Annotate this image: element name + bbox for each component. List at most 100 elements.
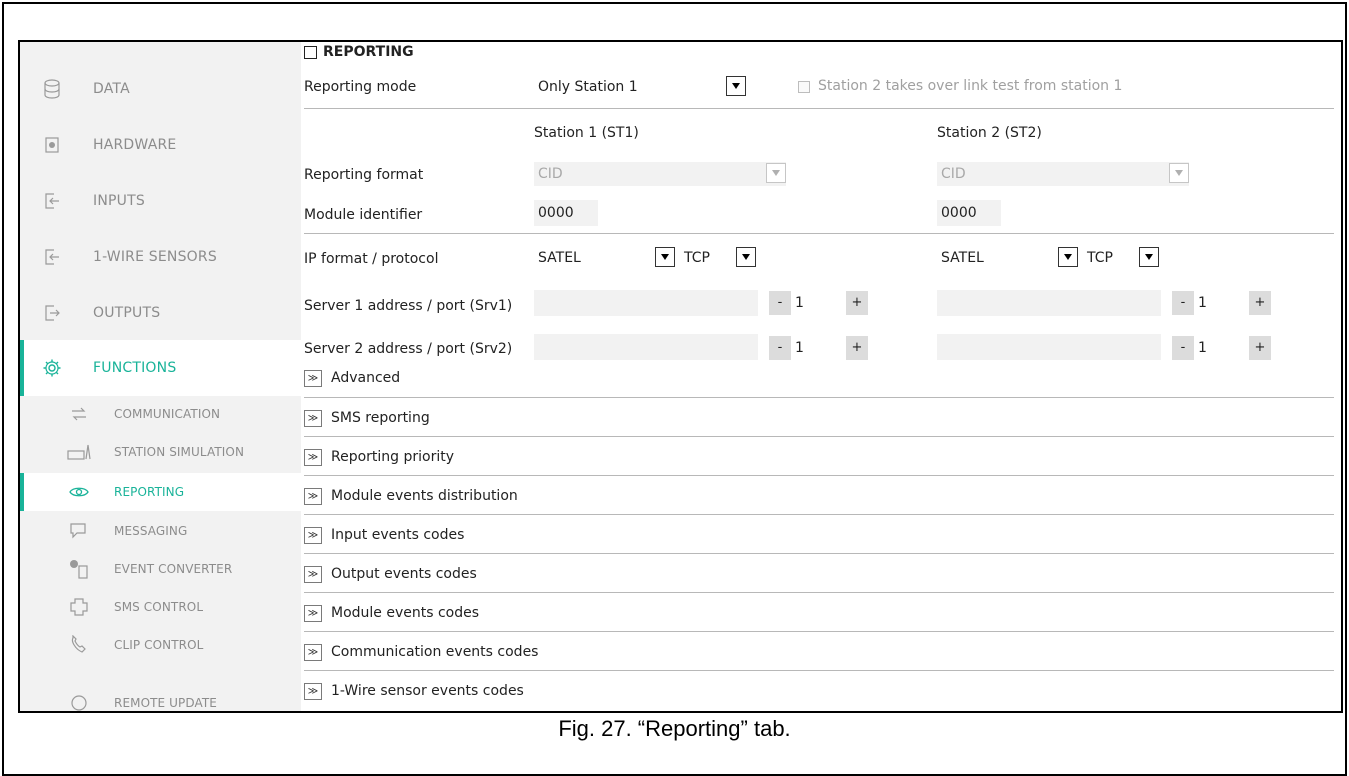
server2-address-st2-field[interactable] [937, 334, 1161, 360]
sidebar-item-label: FUNCTIONS [93, 360, 177, 376]
chip-icon [37, 130, 67, 160]
ip-protocol-st2-select[interactable]: TCP [1083, 246, 1159, 270]
expand-icon[interactable]: ≫ [304, 566, 322, 583]
figure-caption: Fig. 27. “Reporting” tab. [558, 716, 791, 741]
reporting-mode-label: Reporting mode [304, 79, 417, 95]
expand-icon[interactable]: ≫ [304, 683, 322, 700]
converter-icon [66, 556, 92, 582]
expand-icon[interactable]: ≫ [304, 370, 322, 387]
takeover-label: Station 2 takes over link test from stat… [818, 78, 1123, 94]
sidebar-item-data[interactable]: DATA [20, 61, 301, 117]
sidebar-item-inputs[interactable]: INPUTS [20, 173, 301, 229]
server2-address-st1-field[interactable] [534, 334, 758, 360]
sidebar-subitem-remote-update[interactable]: REMOTE UPDATE [20, 684, 301, 711]
reporting-mode-select[interactable]: Only Station 1 [534, 75, 746, 99]
sidebar-item-outputs[interactable]: OUTPUTS [20, 285, 301, 341]
chevron-down-icon [726, 76, 746, 96]
ip-format-st2-value: SATEL [941, 250, 984, 266]
sidebar-subitem-label: REPORTING [114, 485, 185, 499]
sidebar-item-hardware[interactable]: HARDWARE [20, 117, 301, 173]
server2-port-st2-decrement-button[interactable]: - [1172, 336, 1194, 360]
divider [304, 592, 1334, 593]
divider [304, 553, 1334, 554]
reporting-format-st1-value: CID [538, 166, 563, 182]
sidebar-subitem-label: MESSAGING [114, 524, 188, 538]
expander-communication-events-codes[interactable]: ≫ Communication events codes [304, 634, 1336, 672]
sidebar-subitem-station-simulation[interactable]: STATION SIMULATION [20, 433, 301, 471]
expander-input-events-codes[interactable]: ≫ Input events codes [304, 517, 1336, 555]
reporting-format-st1-select[interactable]: CID [534, 162, 786, 186]
sidebar: DATA HARDWARE INPUTS 1-WIRE SENSORS OUTP… [20, 42, 301, 711]
module-identifier-st2-value: 0000 [941, 205, 977, 221]
sidebar-subitem-label: REMOTE UPDATE [114, 696, 217, 710]
ip-protocol-st2-value: TCP [1087, 250, 1113, 266]
server2-port-st1-decrement-button[interactable]: - [769, 336, 791, 360]
server1-port-st2-increment-button[interactable]: + [1249, 291, 1271, 315]
server2-label: Server 2 address / port (Srv2) [304, 341, 513, 357]
sensor-icon [37, 242, 67, 272]
eye-icon [66, 479, 92, 505]
sidebar-item-functions[interactable]: FUNCTIONS [20, 340, 301, 396]
ip-format-st1-select[interactable]: SATEL [534, 246, 675, 270]
expand-icon[interactable]: ≫ [304, 527, 322, 544]
sidebar-subitem-label: EVENT CONVERTER [114, 562, 233, 576]
expand-icon[interactable]: ≫ [304, 605, 322, 622]
ip-protocol-st1-select[interactable]: TCP [680, 246, 756, 270]
expand-icon[interactable]: ≫ [304, 410, 322, 427]
expand-icon[interactable]: ≫ [304, 488, 322, 505]
sidebar-subitem-communication[interactable]: COMMUNICATION [20, 395, 301, 433]
ip-format-protocol-label: IP format / protocol [304, 251, 439, 267]
sidebar-subitem-label: CLIP CONTROL [114, 638, 204, 652]
sidebar-item-1-wire-sensors[interactable]: 1-WIRE SENSORS [20, 229, 301, 285]
sidebar-subitem-reporting[interactable]: REPORTING [20, 473, 301, 511]
module-identifier-st2-field[interactable]: 0000 [937, 200, 1001, 226]
module-identifier-st1-field[interactable]: 0000 [534, 200, 598, 226]
expand-icon[interactable]: ≫ [304, 644, 322, 661]
chevron-down-icon [736, 247, 756, 267]
module-identifier-st1-value: 0000 [538, 205, 574, 221]
sidebar-subitem-label: SMS CONTROL [114, 600, 204, 614]
server1-port-st1-increment-button[interactable]: + [846, 291, 868, 315]
server1-port-st1-value[interactable]: 1 [795, 295, 804, 311]
section-checkbox[interactable] [304, 46, 317, 59]
ip-format-st1-value: SATEL [538, 250, 581, 266]
sidebar-item-label: OUTPUTS [93, 305, 161, 321]
server1-port-st2-value[interactable]: 1 [1198, 295, 1207, 311]
expander-advanced[interactable]: ≫ Advanced [304, 360, 1336, 398]
sidebar-subitem-clip-control[interactable]: CLIP CONTROL [20, 626, 301, 664]
expander-1-wire-sensor-events-codes[interactable]: ≫ 1-Wire sensor events codes [304, 673, 1336, 711]
expander-module-events-codes[interactable]: ≫ Module events codes [304, 595, 1336, 633]
server2-port-st1-value[interactable]: 1 [795, 340, 804, 356]
server1-port-st1-decrement-button[interactable]: - [769, 291, 791, 315]
sidebar-subitem-event-converter[interactable]: EVENT CONVERTER [20, 550, 301, 588]
station2-header: Station 2 (ST2) [937, 125, 1042, 141]
reporting-panel: REPORTING Reporting mode Only Station 1 … [301, 42, 1341, 711]
server2-port-st2-increment-button[interactable]: + [1249, 336, 1271, 360]
divider [304, 397, 1334, 398]
sidebar-subitem-messaging[interactable]: MESSAGING [20, 512, 301, 550]
expander-output-events-codes[interactable]: ≫ Output events codes [304, 556, 1336, 594]
server1-port-st2-decrement-button[interactable]: - [1172, 291, 1194, 315]
sidebar-subitem-sms-control[interactable]: SMS CONTROL [20, 588, 301, 626]
expander-reporting-priority[interactable]: ≫ Reporting priority [304, 439, 1336, 477]
expander-label: Output events codes [331, 566, 477, 582]
expander-module-events-distribution[interactable]: ≫ Module events distribution [304, 478, 1336, 516]
server2-port-st2-value[interactable]: 1 [1198, 340, 1207, 356]
sidebar-subitem-label: COMMUNICATION [114, 407, 221, 421]
database-icon [37, 74, 67, 104]
expander-label: Module events codes [331, 605, 480, 621]
sidebar-subitem-label: STATION SIMULATION [114, 445, 245, 459]
server1-address-st1-field[interactable] [534, 290, 758, 316]
divider [304, 108, 1334, 109]
reporting-mode-value: Only Station 1 [538, 79, 638, 95]
chevron-down-icon [766, 163, 786, 183]
expander-label: Input events codes [331, 527, 465, 543]
reporting-format-st2-select[interactable]: CID [937, 162, 1189, 186]
server1-address-st2-field[interactable] [937, 290, 1161, 316]
ip-protocol-st1-value: TCP [684, 250, 710, 266]
ip-format-st2-select[interactable]: SATEL [937, 246, 1078, 270]
server2-port-st1-increment-button[interactable]: + [846, 336, 868, 360]
expander-sms-reporting[interactable]: ≫ SMS reporting [304, 400, 1336, 438]
expand-icon[interactable]: ≫ [304, 449, 322, 466]
takeover-checkbox[interactable] [798, 81, 810, 93]
